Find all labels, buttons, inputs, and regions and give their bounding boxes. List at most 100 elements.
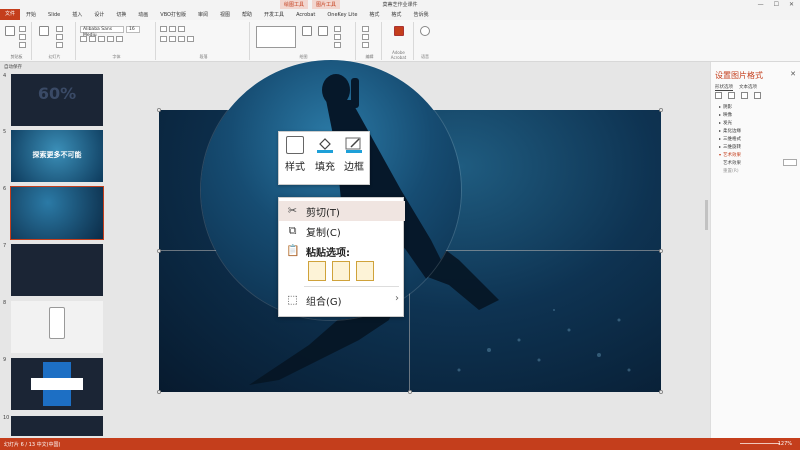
paste-text-only-icon[interactable] (356, 261, 374, 281)
tab-format-drawing[interactable]: 格式 (363, 11, 385, 18)
paste-picture-icon[interactable] (332, 261, 350, 281)
font-color-icon[interactable] (116, 36, 123, 42)
slide-thumbnail[interactable] (11, 358, 103, 410)
zoom-level[interactable]: 127% (778, 441, 792, 447)
justify-icon[interactable] (187, 36, 194, 42)
arrange-button[interactable] (300, 26, 314, 37)
section-glow[interactable]: ▸ 发光 (719, 120, 732, 126)
picture-icon[interactable] (754, 92, 761, 99)
strikethrough-icon[interactable] (107, 36, 114, 42)
fill-line-icon[interactable] (715, 92, 722, 99)
tab-transitions[interactable]: 切换 (110, 11, 132, 18)
font-size-box[interactable]: 16 (126, 26, 140, 33)
tab-slide[interactable]: Slide (42, 12, 66, 18)
border-button[interactable]: 边框 (341, 136, 367, 173)
tab-help[interactable]: 帮助 (236, 11, 258, 18)
zoom-slider[interactable] (740, 443, 780, 444)
format-painter-icon[interactable] (19, 42, 26, 48)
replace-icon[interactable] (362, 34, 369, 40)
resize-handle[interactable] (659, 249, 663, 253)
slide-thumbnail[interactable]: 60% (11, 74, 103, 126)
tab-insert[interactable]: 插入 (66, 11, 88, 18)
tab-acrobat[interactable]: Acrobat (290, 12, 321, 18)
maximize-icon[interactable]: ☐ (774, 1, 779, 8)
new-slide-button[interactable] (37, 26, 51, 37)
tell-me[interactable]: 告诉我 (407, 11, 434, 18)
align-right-icon[interactable] (178, 36, 185, 42)
copy-icon[interactable] (19, 34, 26, 40)
scrollbar-thumb[interactable] (705, 200, 708, 230)
section-shadow[interactable]: ▸ 阴影 (719, 104, 732, 110)
find-icon[interactable] (362, 26, 369, 32)
slide-thumbnail[interactable] (11, 301, 103, 353)
section-3d-rotation[interactable]: ▸ 三维旋转 (719, 144, 741, 150)
italic-icon[interactable] (89, 36, 96, 42)
menu-item-group[interactable]: ⬚ 组合(G) › (279, 290, 405, 310)
tab-onekey[interactable]: OneKey Lite (321, 12, 363, 18)
fill-label: 填充 (315, 162, 335, 173)
fill-button[interactable]: 填充 (312, 136, 338, 173)
size-icon[interactable] (741, 92, 748, 99)
quick-styles-button[interactable] (316, 26, 330, 37)
bold-icon[interactable] (80, 36, 87, 42)
numbering-icon[interactable] (169, 26, 176, 32)
tab-text-options[interactable]: 文本选项 (739, 84, 757, 90)
font-name-box[interactable]: Alibaba Sans Mediu (80, 26, 124, 38)
group-clipboard: 剪贴板 (2, 22, 32, 60)
underline-icon[interactable] (98, 36, 105, 42)
resize-handle[interactable] (659, 390, 663, 394)
tab-vbo[interactable]: VBO打包版 (154, 11, 192, 18)
resize-handle[interactable] (157, 108, 161, 112)
section-artistic-effects[interactable]: ▾ 艺术效果 (719, 152, 741, 158)
reset-button[interactable]: 重置(R) (723, 168, 739, 174)
align-center-icon[interactable] (169, 36, 176, 42)
dictate-button[interactable] (418, 26, 432, 37)
shape-outline-icon[interactable] (334, 34, 341, 40)
shapes-gallery[interactable] (256, 26, 296, 48)
tab-animations[interactable]: 动画 (132, 11, 154, 18)
menu-item-copy[interactable]: ⧉ 复制(C) (279, 221, 405, 241)
resize-handle[interactable] (408, 390, 412, 394)
cut-icon[interactable] (19, 26, 26, 32)
minimize-icon[interactable]: — (758, 1, 764, 8)
slide-thumbnail[interactable] (11, 244, 103, 296)
align-left-icon[interactable] (160, 36, 167, 42)
autosave-toggle[interactable]: 自动保存 (0, 62, 110, 71)
resize-handle[interactable] (157, 390, 161, 394)
indent-icon[interactable] (178, 26, 185, 32)
vertical-scrollbar[interactable] (703, 71, 709, 436)
tab-shape-options[interactable]: 形状选项 (715, 84, 733, 91)
section-soft-edges[interactable]: ▸ 柔化边缘 (719, 128, 741, 134)
section-icon[interactable] (56, 42, 63, 48)
tab-file[interactable]: 文件 (0, 9, 21, 20)
bullets-icon[interactable] (160, 26, 167, 32)
slide-thumbnail[interactable] (11, 416, 103, 436)
slide-thumbnail[interactable]: 探索更多不可能 (11, 130, 103, 182)
tab-design[interactable]: 设计 (88, 11, 110, 18)
artistic-effects-dropdown[interactable] (783, 159, 797, 166)
close-icon[interactable]: ✕ (790, 70, 796, 78)
section-reflection[interactable]: ▸ 映像 (719, 112, 732, 118)
layout-icon[interactable] (56, 26, 63, 32)
effects-icon[interactable] (728, 92, 735, 99)
menu-item-cut[interactable]: ✂ 剪切(T) (279, 201, 405, 221)
style-button[interactable]: 样式 (282, 136, 308, 173)
section-3d-format[interactable]: ▸ 三维格式 (719, 136, 741, 142)
paste-keep-format-icon[interactable] (308, 261, 326, 281)
context-tab-drawing[interactable]: 绘图工具 (280, 0, 309, 9)
tab-home[interactable]: 开始 (20, 11, 42, 18)
tab-format-picture[interactable]: 格式 (385, 11, 407, 18)
paste-button[interactable] (4, 26, 16, 37)
close-icon[interactable]: ✕ (789, 1, 794, 8)
slide-thumbnail-selected[interactable] (10, 186, 104, 240)
create-pdf-button[interactable] (392, 26, 406, 37)
tab-developer[interactable]: 开发工具 (258, 11, 290, 18)
reset-icon[interactable] (56, 34, 63, 40)
resize-handle[interactable] (157, 249, 161, 253)
select-icon[interactable] (362, 42, 369, 48)
shape-fill-icon[interactable] (334, 26, 341, 32)
shape-effects-icon[interactable] (334, 42, 341, 48)
resize-handle[interactable] (659, 108, 663, 112)
tab-review[interactable]: 审阅 (192, 11, 214, 18)
tab-view[interactable]: 视图 (214, 11, 236, 18)
